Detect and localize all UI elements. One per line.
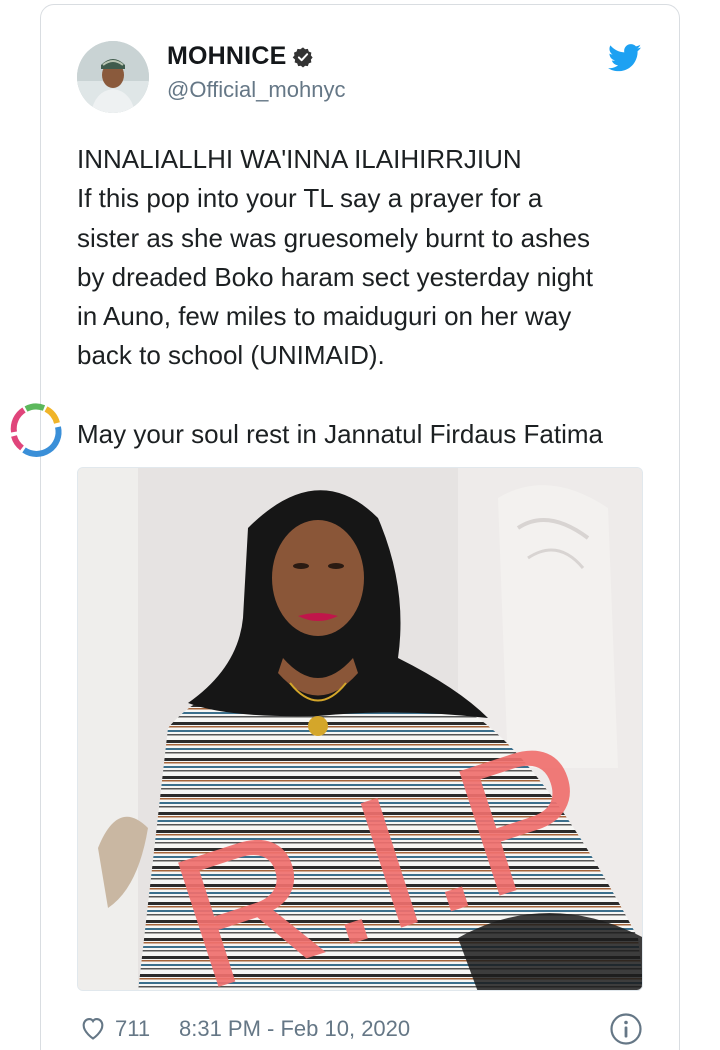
heart-icon[interactable]	[79, 1014, 107, 1042]
twitter-bird-icon[interactable]	[608, 44, 642, 72]
info-icon[interactable]	[609, 1012, 643, 1046]
tweet-line: in Auno, few miles to maiduguri on her w…	[77, 301, 572, 332]
tweet-line: back to school (UNIMAID).	[77, 340, 385, 371]
tweet-line: May your soul rest in Jannatul Firdaus F…	[77, 418, 603, 449]
tweet-text: INNALIALLHI WA'INNA ILAIHIRRJIUN If this…	[77, 140, 657, 454]
user-handle[interactable]: @Official_mohnyc	[167, 77, 345, 103]
tweet-line: sister as she was gruesomely burnt to as…	[77, 222, 591, 253]
verified-icon	[293, 46, 314, 68]
like-count[interactable]: 711	[115, 1016, 150, 1042]
avatar[interactable]	[77, 41, 149, 113]
tweet-line: INNALIALLHI WA'INNA ILAIHIRRJIUN	[77, 144, 522, 174]
tweet-timestamp[interactable]: 8:31 PM - Feb 10, 2020	[179, 1016, 410, 1042]
tweet-photo[interactable]: R.I.P	[77, 467, 643, 991]
display-name-text: MOHNICE	[167, 42, 287, 70]
tweet-footer: 711 8:31 PM - Feb 10, 2020	[79, 1012, 645, 1048]
display-name[interactable]: MOHNICE	[167, 42, 314, 71]
tweet-line: by dreaded Boko haram sect yesterday nig…	[77, 261, 593, 292]
loading-spinner-icon	[10, 403, 62, 457]
tweet-line: If this pop into your TL say a prayer fo…	[77, 183, 543, 214]
